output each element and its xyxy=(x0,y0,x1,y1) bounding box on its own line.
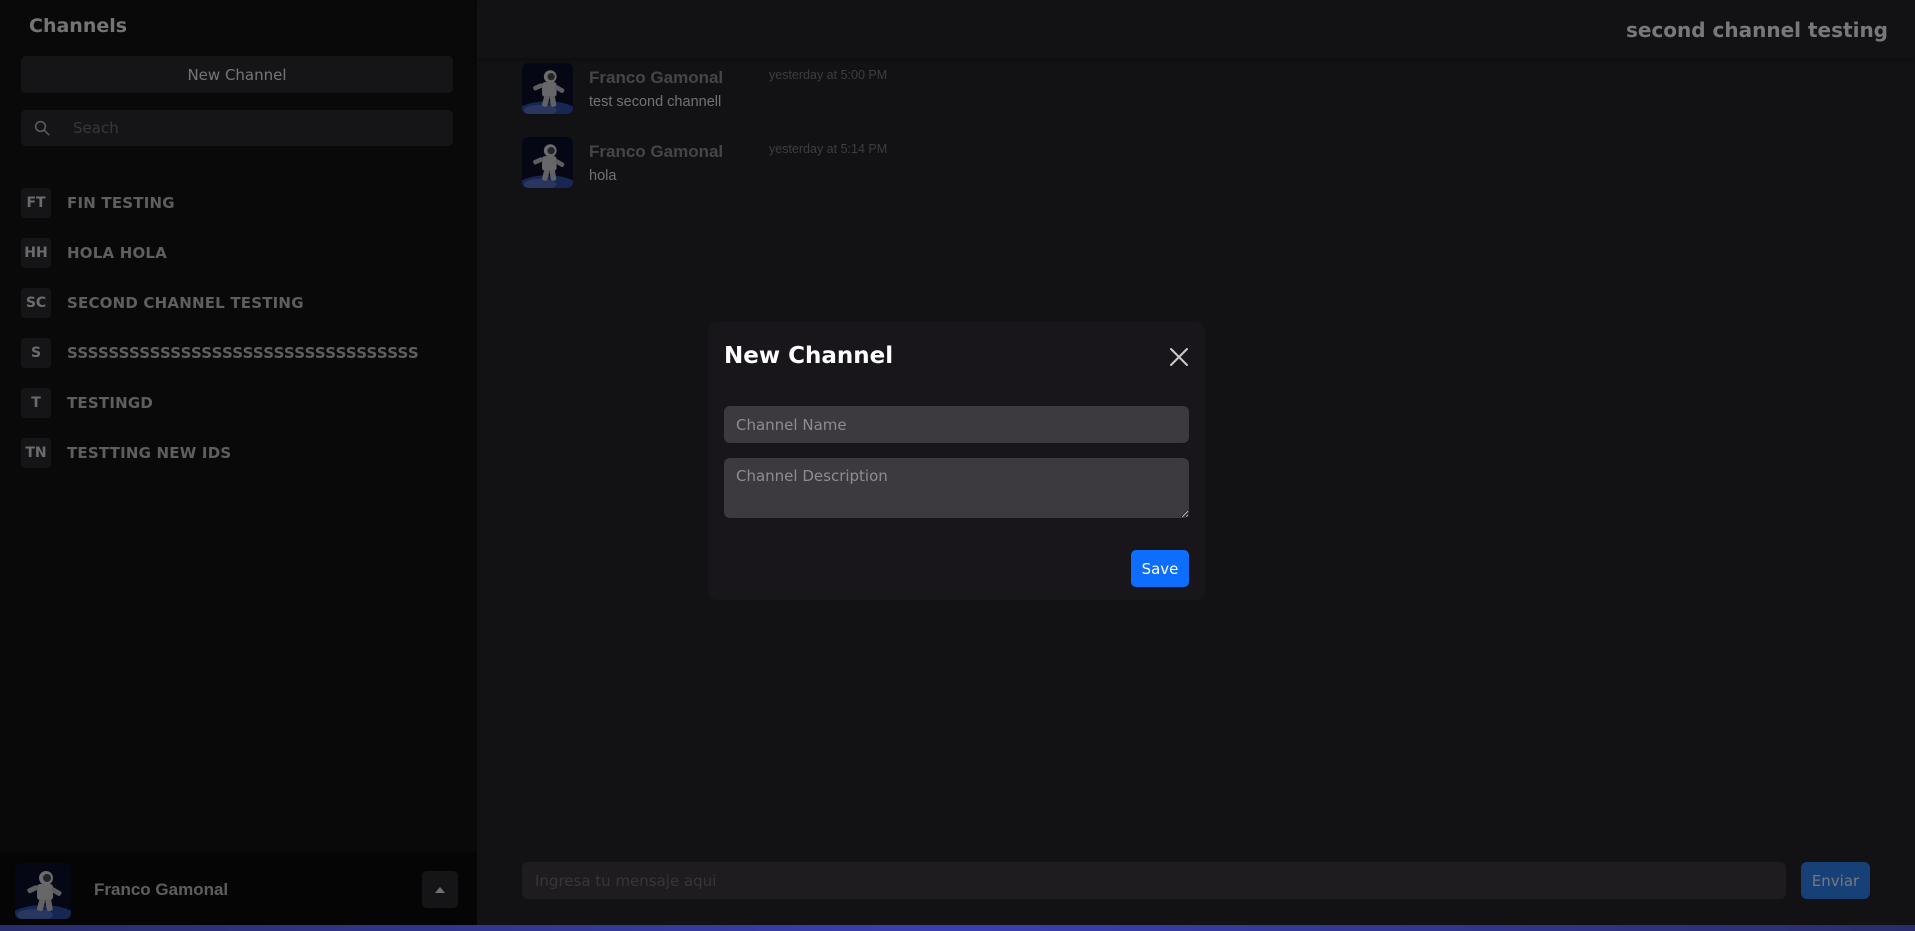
channel-description-field[interactable] xyxy=(724,458,1189,518)
taskbar-strip xyxy=(0,925,1915,931)
app-root: Channels New Channel FT FIN TESTING HH H… xyxy=(0,0,1915,931)
new-channel-modal: New Channel Save xyxy=(708,322,1205,600)
channel-name-field[interactable] xyxy=(724,406,1189,443)
save-button[interactable]: Save xyxy=(1131,550,1189,587)
modal-title: New Channel xyxy=(724,343,894,369)
close-icon[interactable] xyxy=(1168,346,1190,368)
